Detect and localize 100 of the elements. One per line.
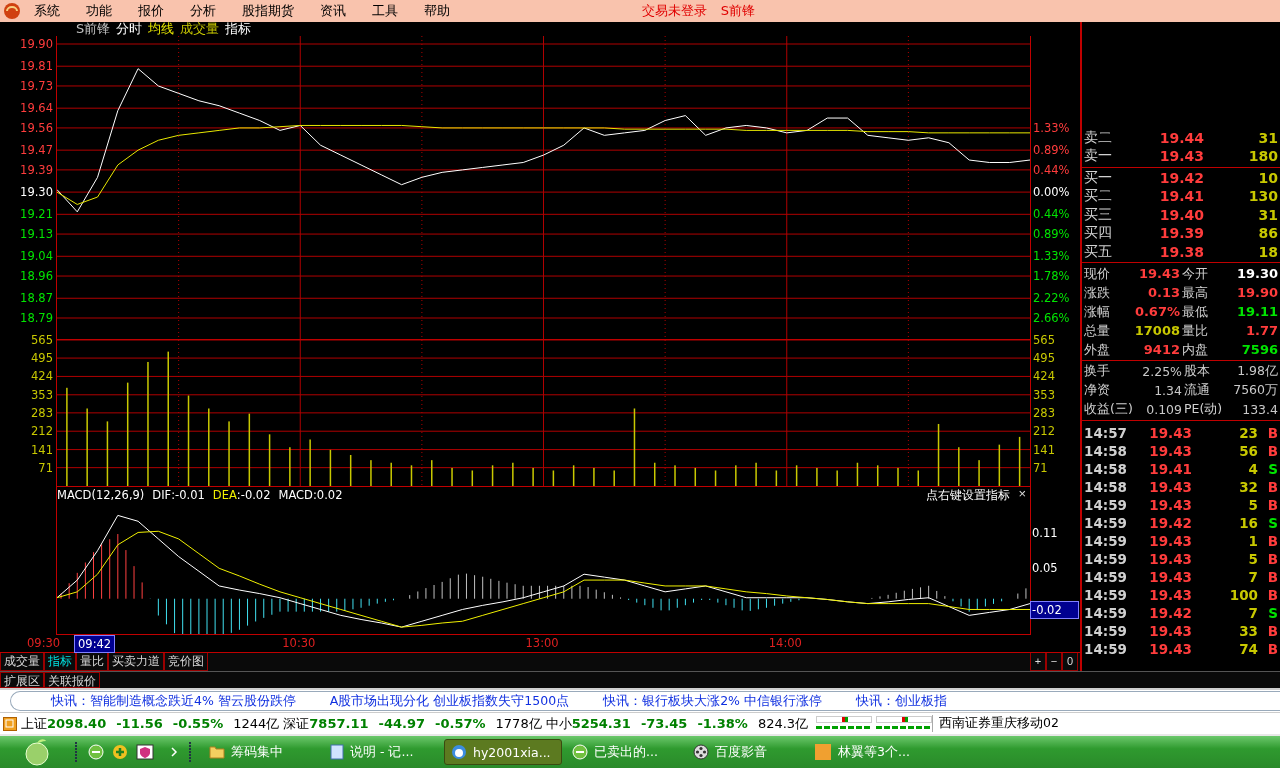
stat-label: 外盘: [1083, 340, 1111, 359]
film-reel-icon: [693, 744, 709, 760]
volume-axis-label: 495: [31, 351, 53, 366]
trade-price: 19.43: [1148, 641, 1192, 658]
menu-item[interactable]: 帮助: [411, 2, 463, 20]
taskbar-button[interactable]: 百度影音: [686, 739, 804, 765]
order-level-label: 买三: [1083, 205, 1113, 224]
stat-label: PE(动): [1183, 401, 1224, 419]
trade-volume: 100: [1228, 587, 1258, 604]
trade-side: S: [1267, 515, 1278, 532]
news-item[interactable]: 快讯：银行板块大涨2% 中信银行涨停: [603, 692, 822, 710]
taskbar-button[interactable]: 林翼等3个...: [807, 739, 925, 765]
percent-axis-label: 1.78%: [1033, 269, 1070, 283]
panel-tab[interactable]: 扩展区: [0, 672, 44, 689]
trade-time: 14:57: [1083, 425, 1128, 442]
trade-volume: 23: [1238, 425, 1258, 442]
menu-item[interactable]: 资讯: [307, 2, 359, 20]
series-name-label: DEA: [212, 487, 237, 502]
stat-label: 总量: [1083, 321, 1111, 340]
volume-bar: [491, 465, 494, 486]
index-value: 5254.31: [571, 716, 631, 732]
percent-axis-label: 0.44%: [1033, 162, 1070, 177]
stat-value: 0.67%: [1133, 304, 1180, 320]
volume-axis-label: 212: [31, 424, 53, 439]
shield-icon[interactable]: [136, 744, 154, 760]
volume-axis-label: 565: [31, 332, 53, 347]
menu-item[interactable]: 系统: [21, 2, 73, 20]
market-breadth-icon: [816, 715, 873, 732]
volume-axis-label: 71: [1033, 460, 1048, 475]
chart-header-label[interactable]: 指标: [225, 19, 252, 38]
index-percent: -0.57%: [435, 716, 486, 732]
trade-side: B: [1266, 443, 1278, 460]
price-axis-label: 18.96: [20, 269, 53, 283]
taskbar-button[interactable]: 筹码集中: [202, 739, 320, 765]
trade-price: 19.43: [1148, 569, 1192, 586]
news-item[interactable]: 快讯：创业板指: [855, 692, 947, 710]
trade-volume: 74: [1238, 641, 1258, 658]
order-volume: 31: [1257, 206, 1278, 223]
stat-label: 涨幅: [1083, 302, 1111, 321]
order-price: 19.43: [1158, 148, 1204, 165]
price-axis-label: 18.87: [20, 291, 53, 306]
order-level-label: 买五: [1083, 242, 1113, 261]
index-value: 7857.11: [309, 716, 369, 732]
stat-label: 涨跌: [1083, 283, 1111, 302]
stat-label: 流通: [1183, 382, 1211, 400]
series-legend-label[interactable]: 分时: [116, 19, 143, 38]
stat-label: 净资: [1083, 382, 1111, 400]
volume-bar: [714, 470, 717, 486]
index-percent: -1.38%: [697, 716, 748, 732]
trade-time: 14:59: [1083, 497, 1128, 514]
close-button[interactable]: ×: [1016, 486, 1028, 501]
browser-icon[interactable]: [88, 744, 104, 760]
chevron-icon[interactable]: [170, 747, 178, 757]
volume-bar: [775, 470, 778, 486]
menu-item[interactable]: 功能: [73, 2, 125, 20]
volume-bar: [268, 434, 271, 486]
news-item[interactable]: A股市场出现分化 创业板指数失守1500点: [329, 692, 570, 710]
volume-axis-label: 283: [1033, 405, 1055, 420]
price-axis-label: 19.04: [20, 249, 53, 264]
trade-time: 14:58: [1083, 443, 1128, 460]
price-axis-label: 18.79: [20, 310, 53, 325]
image-icon: [814, 743, 832, 761]
menu-item[interactable]: 报价: [125, 2, 177, 20]
series-legend-label[interactable]: 均线: [148, 19, 175, 38]
volume-bar: [329, 449, 332, 486]
order-price: 19.38: [1158, 243, 1204, 260]
order-volume: 31: [1257, 129, 1278, 146]
percent-axis-label: 0.89%: [1033, 143, 1070, 158]
menu-item[interactable]: 工具: [359, 2, 411, 20]
stat-label: 最高: [1181, 283, 1209, 302]
series-reading: :-0.02: [236, 487, 271, 502]
index-change: -44.97: [378, 716, 426, 732]
trade-side: B: [1266, 551, 1278, 568]
trade-volume: 5: [1247, 497, 1258, 514]
panel-tab[interactable]: 关联报价: [44, 672, 100, 689]
order-volume: 10: [1257, 169, 1278, 186]
volume-axis-label: 565: [1033, 332, 1055, 347]
plus-icon[interactable]: [112, 744, 128, 760]
volume-axis-label: 424: [31, 369, 53, 384]
trade-price: 19.42: [1148, 515, 1192, 532]
folder-icon: [209, 745, 225, 759]
taskbar-button[interactable]: 已卖出的...: [565, 739, 683, 765]
news-item[interactable]: 快讯：智能制造概念跌近4% 智云股份跌停: [51, 692, 296, 710]
taskbar-button[interactable]: hy2001xia...: [444, 739, 562, 765]
order-volume: 130: [1247, 188, 1278, 205]
price-axis-label: 19.47: [20, 143, 53, 158]
menu-item[interactable]: 分析: [177, 2, 229, 20]
menu-item[interactable]: 股指期货: [229, 2, 307, 20]
volume-bar: [471, 470, 474, 486]
taskbar-button[interactable]: 说明 - 记...: [323, 739, 441, 765]
trade-side: B: [1266, 479, 1278, 496]
stat-value: 133.4: [1241, 402, 1278, 418]
volume-bar: [795, 465, 798, 486]
series-legend-label[interactable]: 成交量: [180, 19, 220, 38]
stat-label: 内盘: [1181, 340, 1209, 359]
indicator-hint: 点右键设置指标: [926, 487, 1010, 503]
series-name-label: DIF: [152, 487, 172, 502]
price-axis-label: 19.30: [20, 185, 53, 200]
stat-label: 股本: [1183, 363, 1211, 381]
window-icon: [3, 716, 17, 731]
